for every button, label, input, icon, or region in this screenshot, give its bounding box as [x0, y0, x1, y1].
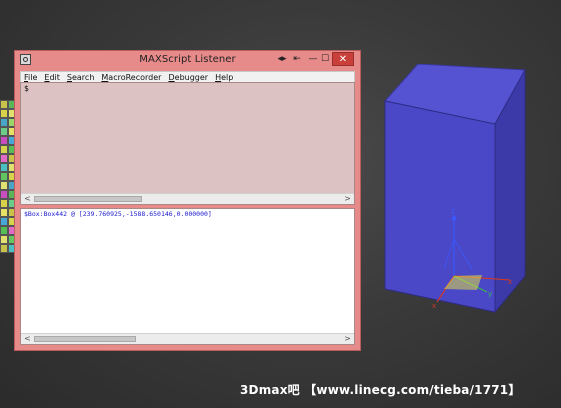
pin-icon[interactable]: ◂▸: [277, 53, 287, 66]
menu-macrorecorder[interactable]: MacroRecorder: [101, 73, 161, 82]
scroll-right-icon[interactable]: >: [342, 334, 353, 344]
scroll-left-icon[interactable]: <: [22, 334, 33, 344]
window-titlebar[interactable]: MAXScript Listener ◂▸ ⇤ — ☐ ✕: [15, 51, 360, 70]
maxscript-listener-window[interactable]: MAXScript Listener ◂▸ ⇤ — ☐ ✕ File Edit …: [14, 50, 361, 351]
macro-recorder-pane[interactable]: $ < >: [20, 82, 355, 205]
svg-text:z: z: [451, 207, 455, 215]
listener-prompt: $: [24, 84, 29, 93]
viewport-box-object[interactable]: x x y z: [382, 64, 527, 324]
menu-file[interactable]: File: [24, 73, 37, 82]
menu-search[interactable]: Search: [67, 73, 94, 82]
scroll-thumb[interactable]: [34, 336, 136, 342]
scroll-right-icon[interactable]: >: [342, 194, 353, 204]
svg-text:y: y: [488, 290, 492, 298]
minimize-button[interactable]: —: [308, 53, 318, 66]
scroll-thumb[interactable]: [34, 196, 142, 202]
svg-text:x: x: [432, 302, 436, 310]
listener-output-text: $Box:Box442 @ [239.760925,-1588.650146,0…: [24, 210, 212, 218]
menu-debugger[interactable]: Debugger: [168, 73, 208, 82]
transform-gizmo-icon[interactable]: x x y z: [382, 64, 527, 324]
maximize-button[interactable]: ☐: [320, 53, 330, 66]
bottom-horizontal-scrollbar[interactable]: < >: [21, 333, 354, 344]
close-button[interactable]: ✕: [332, 52, 354, 66]
menu-edit[interactable]: Edit: [44, 73, 60, 82]
top-horizontal-scrollbar[interactable]: < >: [21, 193, 354, 204]
watermark-text: 3Dmax吧 【www.linecg.com/tieba/1771】: [240, 383, 521, 397]
svg-text:x: x: [508, 278, 512, 286]
menu-help[interactable]: Help: [215, 73, 233, 82]
dock-icon[interactable]: ⇤: [291, 53, 303, 66]
listener-output-pane[interactable]: $Box:Box442 @ [239.760925,-1588.650146,0…: [20, 208, 355, 345]
scroll-left-icon[interactable]: <: [22, 194, 33, 204]
